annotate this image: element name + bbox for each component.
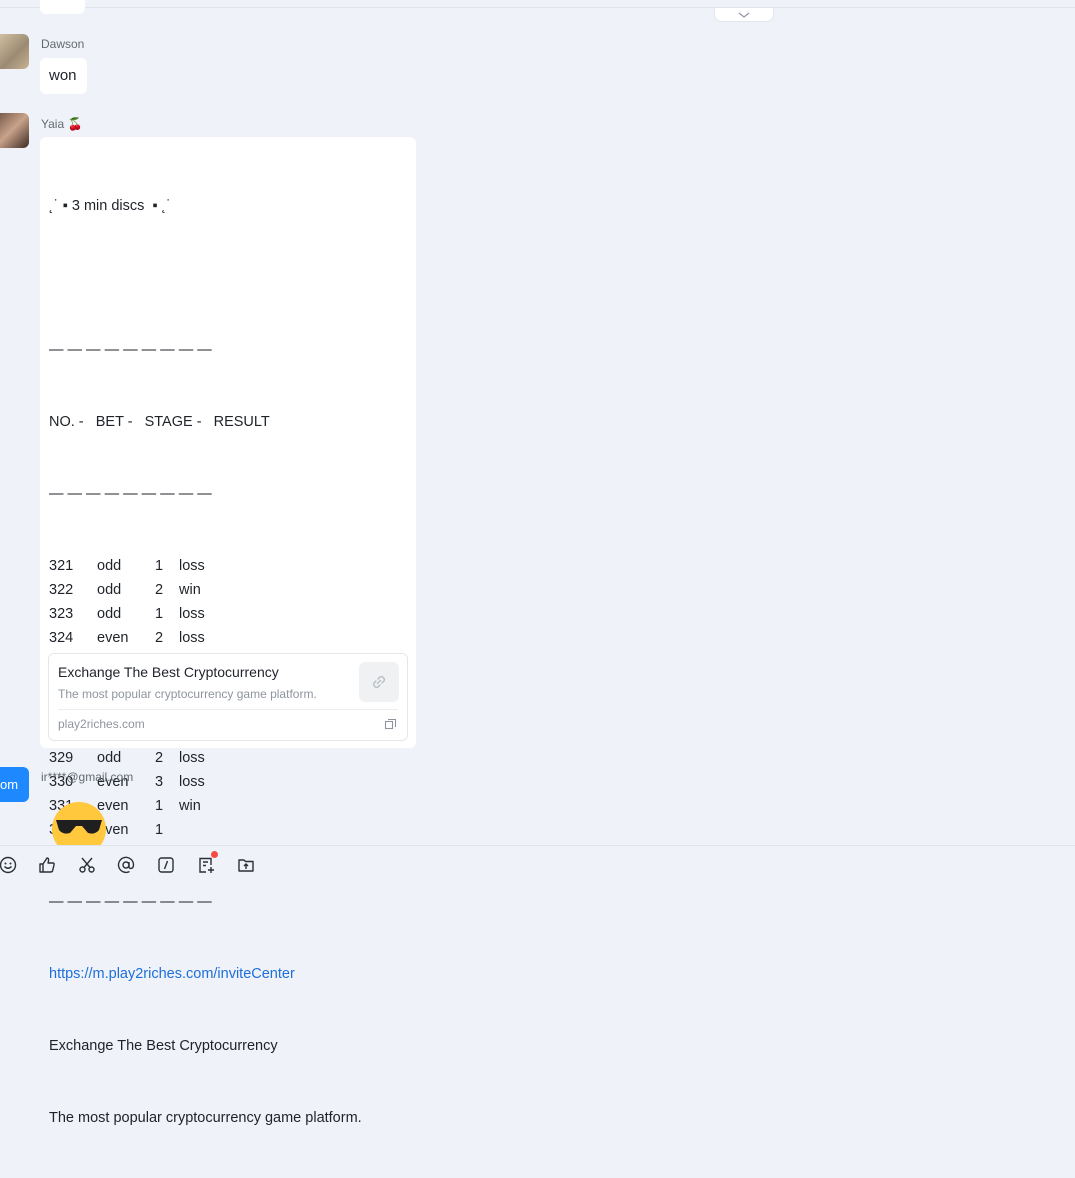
row-number: 321 [49,558,74,574]
message-line-1: Exchange The Best Cryptocurrency [49,1038,278,1054]
row-bet: even [97,630,129,646]
table-row: 329 odd 2 loss [49,746,409,770]
scissors-icon[interactable] [74,852,100,878]
row-result: loss [179,630,205,646]
row-number: 323 [49,606,74,622]
top-divider [0,7,1075,8]
row-number: 329 [49,750,74,766]
row-stage: 2 [155,630,164,646]
row-bet: odd [97,750,122,766]
avatar-ir[interactable]: om [0,767,29,802]
message-line-2: The most popular cryptocurrency game pla… [49,1110,362,1126]
table-row: 322 odd 2 win [49,578,409,602]
row-stage: 2 [155,582,164,598]
avatar-dawson[interactable] [0,34,29,69]
copy-icon[interactable] [384,718,397,735]
row-stage: 1 [155,558,164,574]
row-result: loss [179,558,205,574]
row-result: win [179,582,201,598]
row-bet: odd [97,606,122,622]
message-bubble-dawson[interactable]: won [40,58,87,94]
row-result: loss [179,606,205,622]
avatar-yaia[interactable] [0,113,29,148]
invite-link[interactable]: https://m.play2riches.com/inviteCenter [49,962,409,986]
link-icon [359,662,399,702]
link-preview-domain: play2riches.com [58,717,145,731]
sender-name-dawson: Dawson [41,37,85,51]
row-number: 324 [49,630,74,646]
emoji-icon[interactable] [0,852,21,878]
message-header-line: ˛˙ ▪︎ 3 min discs ▪︎ ˛˙ [49,198,172,214]
row-stage: 1 [155,822,164,838]
link-preview-card[interactable]: Exchange The Best Cryptocurrency The mos… [48,653,408,741]
add-doc-icon[interactable] [193,851,219,878]
table-row: 323 odd 1 loss [49,602,409,626]
link-preview-description: The most popular cryptocurrency game pla… [58,687,317,701]
mention-icon[interactable] [113,852,139,878]
row-bet: odd [97,582,122,598]
row-bet: odd [97,558,122,574]
toolbar-divider [0,845,1075,846]
row-result: win [179,798,201,814]
row-stage: 1 [155,798,164,814]
card-divider [58,709,398,710]
divider-line: — — — — — — — — — [49,342,212,358]
thumbs-up-icon[interactable] [34,852,60,878]
scroll-to-bottom-button[interactable] [714,8,774,22]
row-result: loss [179,750,205,766]
sender-name-yaia: Yaia 🍒 [41,117,83,131]
row-result: loss [179,774,205,790]
row-stage: 3 [155,774,164,790]
table-header: NO. - BET - STAGE - RESULT [49,414,270,430]
chevron-down-icon [738,12,750,18]
divider-line: — — — — — — — — — [49,894,212,910]
upload-icon[interactable] [233,852,259,878]
notification-dot [211,851,218,858]
row-stage: 1 [155,606,164,622]
slash-command-icon[interactable] [153,852,179,878]
message-text: won [49,67,77,84]
previous-message-bubble [40,0,85,14]
sender-name-ir: ir****@gmail.com [41,770,134,784]
row-number: 322 [49,582,74,598]
sunglasses-emoji[interactable] [50,800,108,845]
table-row: 321 odd 1 loss [49,554,409,578]
link-preview-title: Exchange The Best Cryptocurrency [58,664,279,680]
table-row: 324 even 2 loss [49,626,409,650]
row-stage: 2 [155,750,164,766]
divider-line: — — — — — — — — — [49,486,212,502]
avatar-text: om [0,777,19,792]
message-bubble-yaia[interactable]: ˛˙ ▪︎ 3 min discs ▪︎ ˛˙ — — — — — — — — … [40,137,416,1126]
